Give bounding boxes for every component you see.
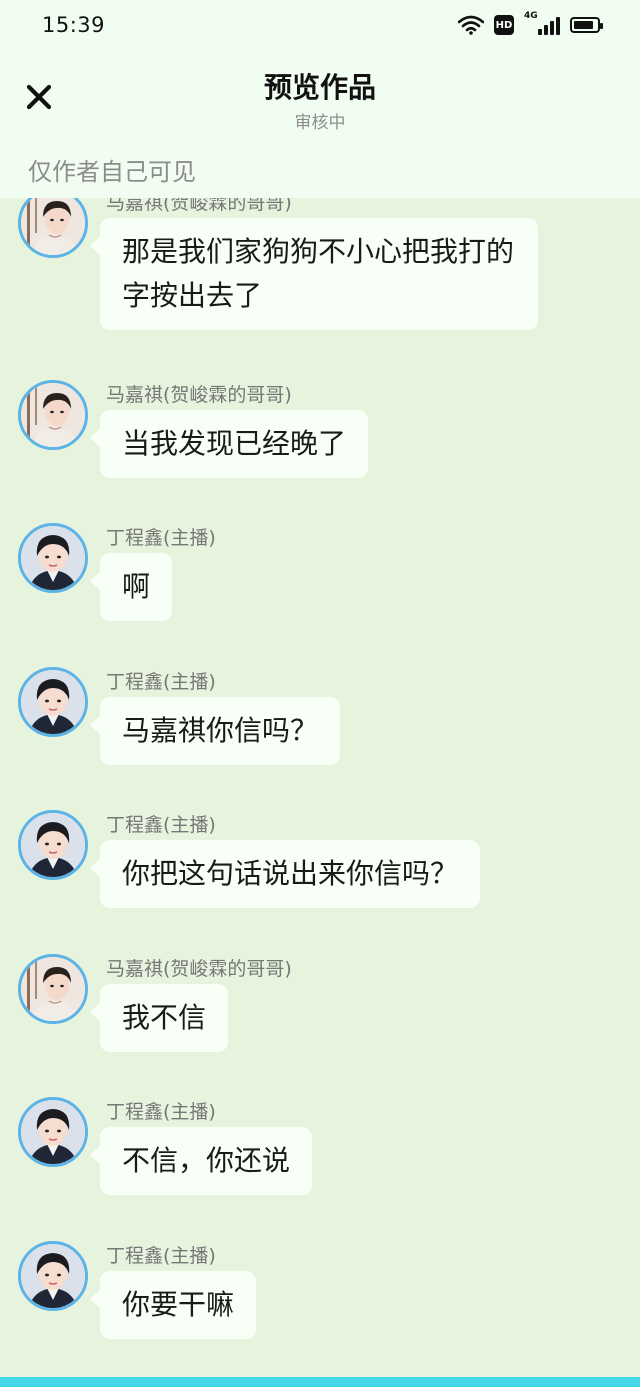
message-username: 丁程鑫(主播) [106,814,216,836]
message-username: 丁程鑫(主播) [106,527,216,549]
hd-badge: HD [494,15,514,35]
message-bubble[interactable]: 你把这句话说出来你信吗？ [89,840,481,908]
avatar-majiaqi[interactable] [18,954,88,1024]
signal-icon: 4G [524,11,560,35]
avatar-dingchengxin[interactable] [18,667,88,737]
message-bubble[interactable]: 啊 [89,553,173,621]
status-bar: 15:39 HD 4G [0,0,640,56]
status-time: 15:39 [42,13,106,37]
message-bubble[interactable]: 你要干嘛 [89,1271,257,1339]
avatar-dingchengxin[interactable] [18,1097,88,1167]
message-username: 马嘉祺(贺峻霖的哥哥) [106,198,292,214]
avatar-majiaqi[interactable] [18,380,88,450]
wifi-icon [458,15,484,35]
page-title: 预览作品 [263,71,376,104]
avatar-majiaqi[interactable] [18,198,88,258]
message-bubble[interactable]: 不信，你还说 [89,1127,313,1195]
bottom-accent-bar [0,1377,640,1387]
battery-icon [570,17,603,33]
message-bubble[interactable]: 那是我们家狗狗不小心把我打的字按出去了 [90,218,538,330]
message-bubble[interactable]: 当我发现已经晚了 [89,410,369,478]
message-username: 马嘉祺(贺峻霖的哥哥) [106,958,292,980]
message-username: 马嘉祺(贺峻霖的哥哥) [106,384,292,406]
avatar-dingchengxin[interactable] [18,1241,88,1311]
avatar-dingchengxin[interactable] [18,523,88,593]
message-bubble[interactable]: 马嘉祺你信吗？ [89,697,341,765]
chat-list[interactable]: 马嘉祺(贺峻霖的哥哥) 那是我们家狗狗不小心把我打的字按出去了 马嘉祺(贺峻霖的哥哥… [0,198,640,1377]
review-status: 审核中 [294,113,346,133]
header-area: 15:39 HD 4G 预览作品 审核中 仅作者自己可见 [0,0,640,198]
message-username: 丁程鑫(主播) [106,1245,216,1267]
status-icons: HD 4G [458,11,603,35]
message-username: 丁程鑫(主播) [106,1101,216,1123]
signal-label: 4G [524,11,538,21]
visibility-note: 仅作者自己可见 [28,158,196,186]
message-bubble[interactable]: 我不信 [89,984,229,1052]
avatar-dingchengxin[interactable] [18,810,88,880]
message-username: 丁程鑫(主播) [106,671,216,693]
